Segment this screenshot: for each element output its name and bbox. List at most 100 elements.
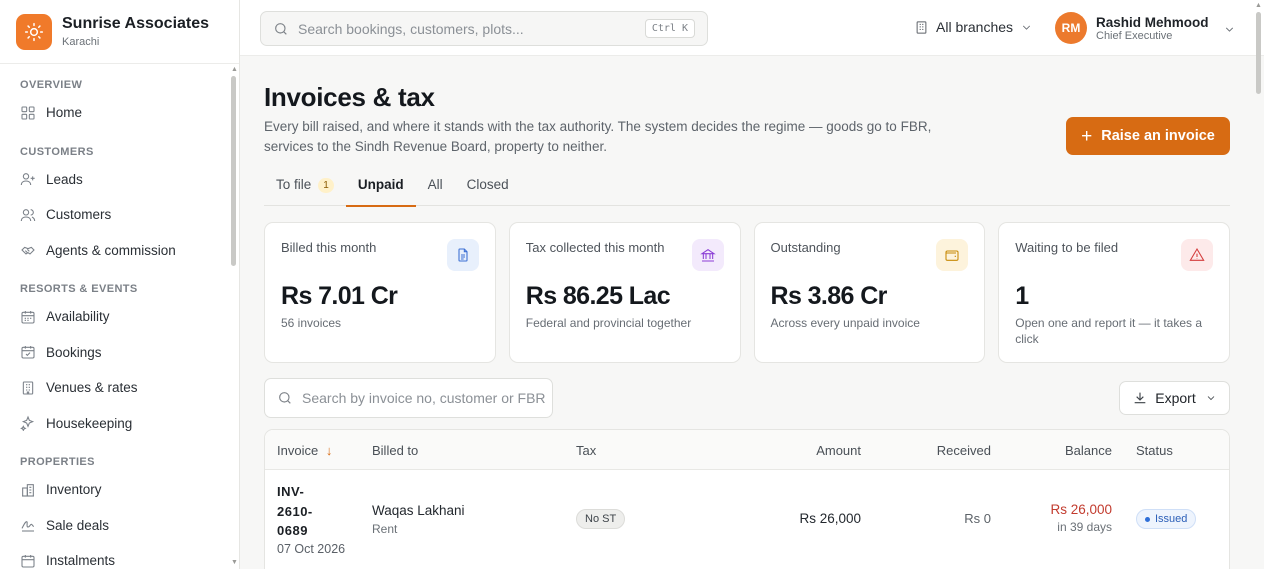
topbar: Search bookings, customers, plots... Ctr…: [240, 0, 1264, 56]
sidebar-item-label: Sale deals: [46, 517, 110, 533]
brand-city: Karachi: [62, 36, 100, 48]
brand[interactable]: Sunrise Associates Karachi: [0, 0, 239, 64]
sidebar-item-venues-rates[interactable]: Venues & rates: [0, 370, 228, 406]
tab-all[interactable]: All: [416, 169, 455, 206]
tab-to-file[interactable]: To file 1: [264, 169, 346, 206]
sidebar-item-label: Inventory: [46, 482, 102, 498]
sidebar-item-label: Customers: [46, 207, 112, 223]
invoice-search-input[interactable]: Search by invoice no, customer or FBR: [264, 378, 553, 418]
column-header-billed-to[interactable]: Billed to: [372, 443, 418, 458]
sidebar-item-inventory[interactable]: Inventory: [0, 472, 228, 508]
sidebar-scroll-thumb[interactable]: [231, 76, 236, 266]
nav-section-properties: PROPERTIES: [20, 456, 95, 468]
scroll-down-arrow-icon[interactable]: ▼: [231, 559, 238, 566]
scroll-up-arrow-icon[interactable]: ▲: [1255, 2, 1262, 9]
invoice-type: Rent: [372, 522, 398, 536]
sidebar-item-bookings[interactable]: Bookings: [0, 335, 228, 371]
chevron-down-icon: [1022, 25, 1031, 30]
tax-regime-badge: No ST: [576, 509, 626, 529]
table-header: Invoice ↓ Billed to Tax Amount Received …: [265, 430, 1229, 470]
calendar-icon: [21, 310, 35, 324]
column-header-invoice[interactable]: Invoice ↓: [277, 443, 332, 458]
invoice-amount: Rs 26,000: [799, 511, 861, 526]
column-header-amount[interactable]: Amount: [816, 443, 861, 458]
summary-card-waiting-filed[interactable]: Waiting to be filed 1 Open one and repor…: [998, 222, 1230, 363]
column-header-tax[interactable]: Tax: [576, 443, 596, 458]
column-header-balance[interactable]: Balance: [1065, 443, 1112, 458]
raise-invoice-button[interactable]: + Raise an invoice: [1066, 117, 1230, 155]
sidebar-item-customers[interactable]: Customers: [0, 197, 228, 233]
card-value: Rs 7.01 Cr: [281, 282, 398, 310]
tab-count-badge: 1: [318, 178, 334, 193]
invoice-date: 07 Oct 2026: [277, 542, 346, 556]
sun-icon: [16, 13, 52, 50]
branch-selector[interactable]: All branches: [914, 19, 1033, 35]
tab-closed[interactable]: Closed: [455, 169, 521, 206]
nav-section-customers: CUSTOMERS: [20, 145, 94, 158]
search-placeholder: Search bookings, customers, plots...: [298, 20, 524, 37]
sidebar-item-label: Housekeeping: [46, 415, 133, 431]
summary-card-outstanding: Outstanding Rs 3.86 Cr Across every unpa…: [753, 222, 986, 363]
invoice-number-part: 2610-: [277, 503, 313, 519]
customer-name: Waqas Lakhani: [372, 503, 465, 518]
search-shortcut-badge: Ctrl K: [644, 19, 695, 38]
page-title: Invoices & tax: [264, 82, 435, 112]
export-button[interactable]: Export: [1119, 381, 1230, 415]
summary-card-tax-collected: Tax collected this month Rs 86.25 Lac Fe…: [508, 222, 741, 363]
tab-label: Unpaid: [357, 177, 404, 192]
building-icon: [22, 381, 34, 395]
sidebar-item-home[interactable]: Home: [0, 95, 228, 131]
search-icon: [275, 22, 287, 35]
sort-arrow-down-icon: ↓: [325, 443, 333, 458]
invoice-tabs: To file 1 Unpaid All Closed: [264, 169, 1230, 207]
wallet-icon: [936, 239, 969, 271]
card-subtext: Across every unpaid invoice: [770, 316, 920, 330]
plus-icon: +: [1081, 125, 1093, 147]
page-scrollbar[interactable]: ▲: [1252, 0, 1264, 569]
sidebar-item-label: Venues & rates: [46, 380, 138, 396]
tab-unpaid[interactable]: Unpaid: [345, 169, 416, 207]
summary-cards: Billed this month Rs 7.01 Cr 56 invoices…: [264, 222, 1230, 363]
signature-icon: [21, 521, 35, 532]
chevron-down-icon: [1225, 27, 1233, 32]
global-search-input[interactable]: Search bookings, customers, plots... Ctr…: [260, 11, 708, 46]
column-header-received[interactable]: Received: [937, 443, 991, 458]
download-icon: [1134, 392, 1146, 404]
table-row[interactable]: INV- 2610- 0689 07 Oct 2026 Waqas Lakhan…: [265, 470, 1229, 568]
tab-label: All: [427, 177, 443, 192]
brand-name: Sunrise Associates: [62, 15, 210, 32]
invoice-number[interactable]: INV- 2610- 0689: [277, 482, 337, 541]
sidebar-item-label: Agents & commission: [46, 242, 176, 258]
column-header-status[interactable]: Status: [1136, 443, 1173, 458]
invoice-number-part: INV-: [277, 484, 305, 499]
sidebar-item-availability[interactable]: Availability: [0, 299, 228, 335]
sidebar-item-leads[interactable]: Leads: [0, 162, 228, 198]
table-toolbar: Search by invoice no, customer or FBR Ex…: [264, 377, 1230, 418]
raise-invoice-label: Raise an invoice: [1101, 128, 1215, 144]
card-subtext: 56 invoices: [281, 316, 342, 330]
user-plus-icon: [20, 173, 35, 186]
column-header-label: Invoice: [277, 443, 319, 458]
file-text-icon: [446, 239, 479, 271]
page-scroll-thumb[interactable]: [1256, 12, 1261, 94]
page-subtitle: Every bill raised, and where it stands w…: [264, 119, 932, 154]
sidebar-nav: OVERVIEW Home CUSTOMERS Leads Customers …: [0, 64, 228, 569]
card-value: Rs 3.86 Cr: [770, 282, 888, 310]
card-subtext: Open one and report it — it takes a clic…: [1015, 316, 1203, 346]
sidebar-item-label: Leads: [46, 171, 83, 187]
building-icon: [916, 20, 927, 34]
user-menu[interactable]: RM Rashid Mehmood Chief Executive: [1055, 12, 1236, 44]
tab-label: Closed: [466, 177, 509, 192]
status-badge: Issued: [1136, 509, 1197, 529]
invoices-table: Invoice ↓ Billed to Tax Amount Received …: [264, 429, 1230, 569]
sidebar-item-agents-commission[interactable]: Agents & commission: [0, 233, 228, 269]
scroll-up-arrow-icon[interactable]: ▲: [231, 66, 238, 73]
sidebar-item-instalments[interactable]: Instalments: [0, 543, 228, 569]
sidebar: Sunrise Associates Karachi OVERVIEW Home…: [0, 0, 240, 569]
sidebar-item-housekeeping[interactable]: Housekeeping: [0, 406, 228, 442]
sidebar-item-sale-deals[interactable]: Sale deals: [0, 508, 228, 544]
card-value: Rs 86.25 Lac: [525, 282, 671, 310]
sidebar-scrollbar[interactable]: ▲ ▼: [231, 66, 238, 566]
sidebar-item-label: Availability: [46, 309, 110, 325]
export-label: Export: [1155, 390, 1196, 406]
